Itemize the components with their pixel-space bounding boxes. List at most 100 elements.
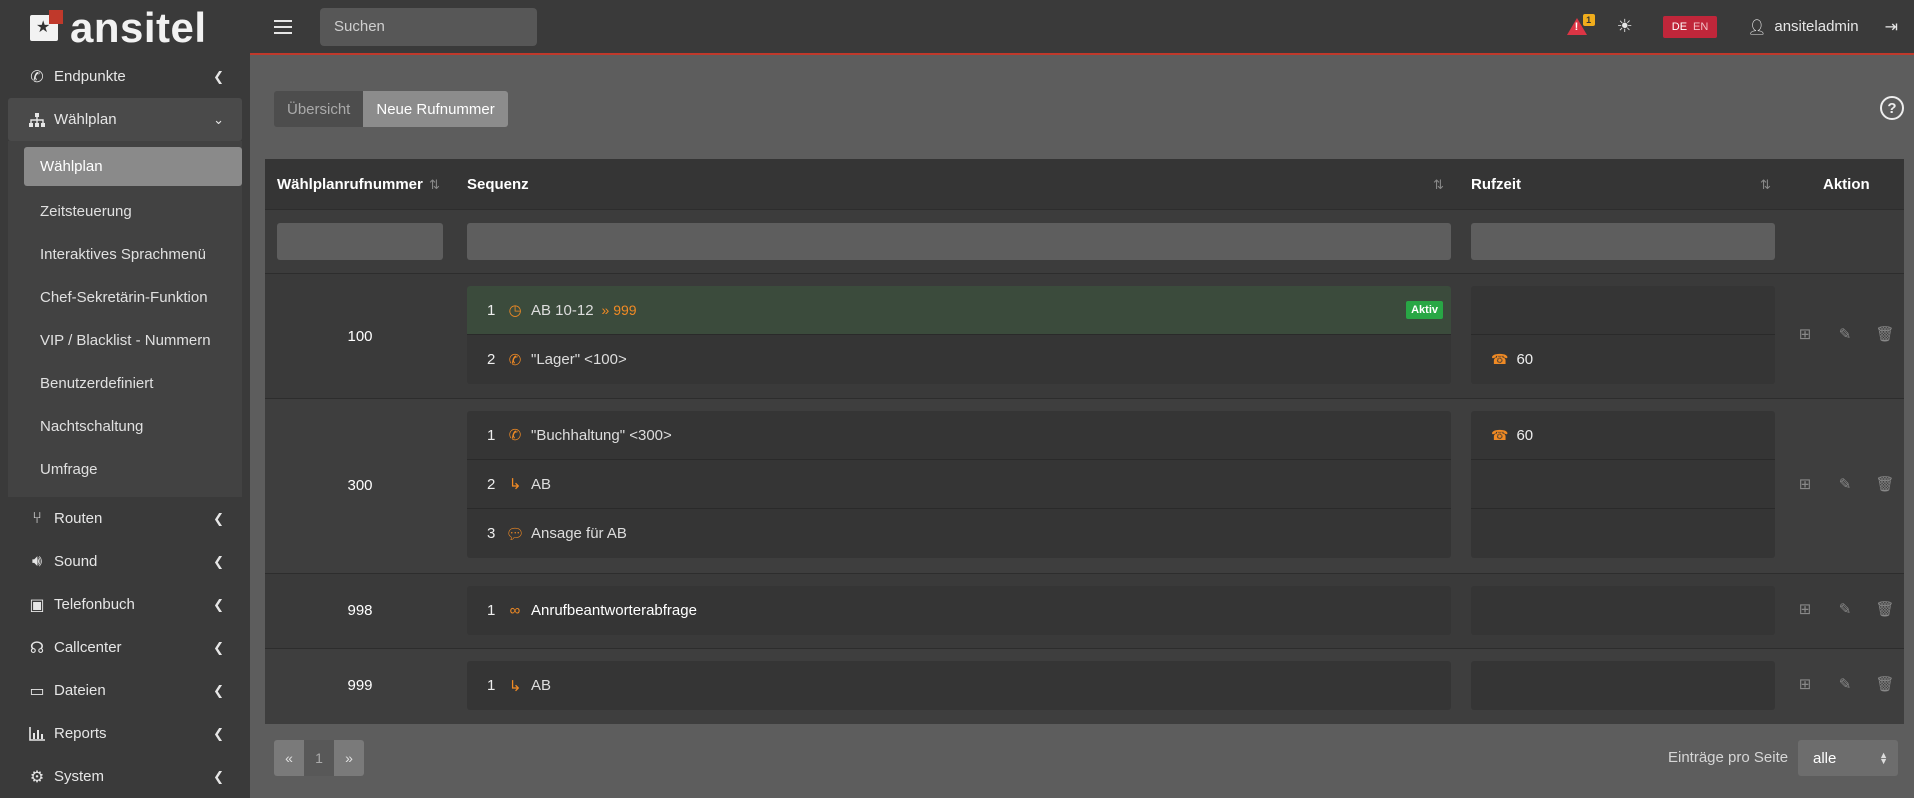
sidebar-item-callcenter[interactable]: ☊ Callcenter ❮ xyxy=(0,626,250,669)
rufzeit-list: ☎ 60 xyxy=(1471,286,1775,384)
help-icon[interactable]: ? xyxy=(1880,96,1904,120)
add-icon[interactable]: ⊞ xyxy=(1795,600,1815,618)
sequence-item[interactable]: 1 ◷ AB 10-12 » 999 Aktiv xyxy=(467,286,1451,335)
trash-icon[interactable]: 🗑︎ xyxy=(1875,475,1895,493)
prev-page-button[interactable]: « xyxy=(274,740,304,776)
row-number: 998 xyxy=(347,602,373,619)
clock-icon: ◷ xyxy=(508,302,522,319)
trash-icon[interactable]: 🗑︎ xyxy=(1875,600,1895,618)
lang-en[interactable]: EN xyxy=(1693,21,1708,33)
sequence-item[interactable]: 3 💬︎ Ansage für AB xyxy=(467,509,1451,558)
page-1-button[interactable]: 1 xyxy=(304,740,334,776)
filter-sequenz-input[interactable] xyxy=(467,223,1451,260)
pagination: « 1 » xyxy=(274,740,364,776)
submenu-item-benutzerdefiniert[interactable]: Benutzerdefiniert xyxy=(24,362,242,405)
sequence-item[interactable]: 1 ↳ AB xyxy=(467,661,1451,710)
rufzeit-list xyxy=(1471,586,1775,635)
folder-open-icon: ▭ xyxy=(29,682,45,700)
sidebar-item-label: Endpunkte xyxy=(54,68,126,85)
sequence-item[interactable]: 2 ↳ AB xyxy=(467,460,1451,509)
logo-text: ansitel xyxy=(70,3,207,51)
tab-uebersicht[interactable]: Übersicht xyxy=(274,91,364,127)
logo[interactable]: ★ ansitel xyxy=(0,0,250,55)
submenu-item-waehlplan[interactable]: Wählplan xyxy=(24,147,242,186)
header-rufzeit[interactable]: Rufzeit xyxy=(1471,176,1521,193)
headset-icon: ☊ xyxy=(29,639,45,657)
hamburger-menu-icon[interactable] xyxy=(274,19,292,34)
select-arrows-icon: ▲ ▼ xyxy=(1879,750,1888,766)
edit-icon[interactable]: ✎ xyxy=(1835,475,1855,493)
submenu-item-umfrage[interactable]: Umfrage xyxy=(24,448,242,491)
table-row: 999 1 ↳ AB ⊞ ✎ 🗑︎ xyxy=(265,649,1904,724)
sort-icon[interactable]: ⇅ xyxy=(1433,177,1444,193)
sequence-item[interactable]: 1 ✆ "Buchhaltung" <300> xyxy=(467,411,1451,460)
sidebar: ★ ansitel ✆ Endpunkte ❮ Wählplan ⌄ Wählp… xyxy=(0,0,250,798)
sidebar-item-routen[interactable]: ⑂ Routen ❮ xyxy=(0,497,250,540)
chevron-left-icon: ❮ xyxy=(213,639,224,655)
target-link[interactable]: » 999 xyxy=(602,302,637,318)
filter-row xyxy=(265,210,1904,274)
logout-icon[interactable]: ⇥ xyxy=(1885,17,1898,37)
phone-timer-icon: ☎ xyxy=(1491,351,1509,367)
chevron-left-icon: ❮ xyxy=(213,553,224,569)
lang-de[interactable]: DE xyxy=(1672,21,1687,33)
trash-icon[interactable]: 🗑︎ xyxy=(1875,325,1895,343)
edit-icon[interactable]: ✎ xyxy=(1835,600,1855,618)
topbar-right: ! 1 ☀ DE EN 👤︎ ansiteladmin ⇥ xyxy=(1566,0,1914,53)
edit-icon[interactable]: ✎ xyxy=(1835,675,1855,693)
main-content: Übersicht Neue Rufnummer ? Wählplanrufnu… xyxy=(250,57,1914,798)
sidebar-item-dateien[interactable]: ▭ Dateien ❮ xyxy=(0,669,250,712)
submenu-item-chef-sekretaerin[interactable]: Chef-Sekretärin-Funktion xyxy=(24,276,242,319)
row-actions: ⊞ ✎ 🗑︎ xyxy=(1795,325,1895,343)
submenu-item-vip-blacklist[interactable]: VIP / Blacklist - Nummern xyxy=(24,319,242,362)
sort-icon[interactable]: ⇅ xyxy=(429,177,440,193)
submenu-item-sprachmenue[interactable]: Interaktives Sprachmenü xyxy=(24,233,242,276)
sort-icon[interactable]: ⇅ xyxy=(1760,177,1771,193)
cogs-icon: ⚙ xyxy=(29,768,45,786)
trash-icon[interactable]: 🗑︎ xyxy=(1875,675,1895,693)
rufzeit-item xyxy=(1471,661,1775,710)
sidebar-item-waehlplan[interactable]: Wählplan ⌄ xyxy=(8,98,242,141)
per-page-select[interactable]: alle ▲ ▼ xyxy=(1798,740,1898,776)
sidebar-nav: ✆ Endpunkte ❮ Wählplan ⌄ Wählplan Zeitst… xyxy=(0,55,250,798)
tab-neue-rufnummer[interactable]: Neue Rufnummer xyxy=(363,91,508,127)
edit-icon[interactable]: ✎ xyxy=(1835,325,1855,343)
language-switcher[interactable]: DE EN xyxy=(1662,15,1718,38)
next-page-button[interactable]: » xyxy=(334,740,364,776)
logo-star-icon: ★ xyxy=(30,9,63,41)
sidebar-item-sound[interactable]: 🔊︎ Sound ❮ xyxy=(0,540,250,583)
phone-icon: ✆ xyxy=(30,68,44,86)
per-page-label: Einträge pro Seite xyxy=(1668,749,1789,766)
filter-number-input[interactable] xyxy=(277,223,443,260)
forward-icon: ↳ xyxy=(508,476,522,493)
filter-rufzeit-input[interactable] xyxy=(1471,223,1775,260)
search-input[interactable] xyxy=(320,7,537,46)
sequence-item[interactable]: 2 ✆ "Lager" <100> xyxy=(467,335,1451,384)
header-sequenz[interactable]: Sequenz xyxy=(467,176,529,193)
sidebar-item-system[interactable]: ⚙ System ❮ xyxy=(0,755,250,798)
row-actions: ⊞ ✎ 🗑︎ xyxy=(1795,475,1895,493)
add-icon[interactable]: ⊞ xyxy=(1795,475,1815,493)
alert-count-badge: 1 xyxy=(1582,13,1595,26)
user-menu[interactable]: 👤︎ ansiteladmin xyxy=(1747,18,1858,36)
sidebar-item-telefonbuch[interactable]: ▣ Telefonbuch ❮ xyxy=(0,583,250,626)
sidebar-item-reports[interactable]: Reports ❮ xyxy=(0,712,250,755)
sidebar-item-label: Telefonbuch xyxy=(54,596,135,613)
sun-icon[interactable]: ☀ xyxy=(1617,16,1633,37)
address-book-icon: ▣ xyxy=(29,596,45,614)
phone-timer-icon: ☎ xyxy=(1491,426,1509,443)
rufzeit-list xyxy=(1471,661,1775,710)
add-icon[interactable]: ⊞ xyxy=(1795,675,1815,693)
table-header: Wählplanrufnummer ⇅ Sequenz ⇅ Rufzeit ⇅ … xyxy=(265,159,1904,210)
header-waehlplanrufnummer[interactable]: Wählplanrufnummer xyxy=(277,176,423,193)
sidebar-item-endpunkte[interactable]: ✆ Endpunkte ❮ xyxy=(0,55,250,98)
add-icon[interactable]: ⊞ xyxy=(1795,325,1815,343)
submenu-item-nachtschaltung[interactable]: Nachtschaltung xyxy=(24,405,242,448)
sidebar-item-label: Sound xyxy=(54,553,98,570)
submenu-item-zeitsteuerung[interactable]: Zeitsteuerung xyxy=(24,190,242,233)
chevron-left-icon: ❮ xyxy=(213,682,224,698)
row-number: 100 xyxy=(347,328,373,345)
sequence-item[interactable]: 1 ∞ Anrufbeantworterabfrage xyxy=(467,586,1451,635)
chart-bar-icon xyxy=(28,726,46,741)
alert-button[interactable]: ! 1 xyxy=(1566,13,1595,36)
